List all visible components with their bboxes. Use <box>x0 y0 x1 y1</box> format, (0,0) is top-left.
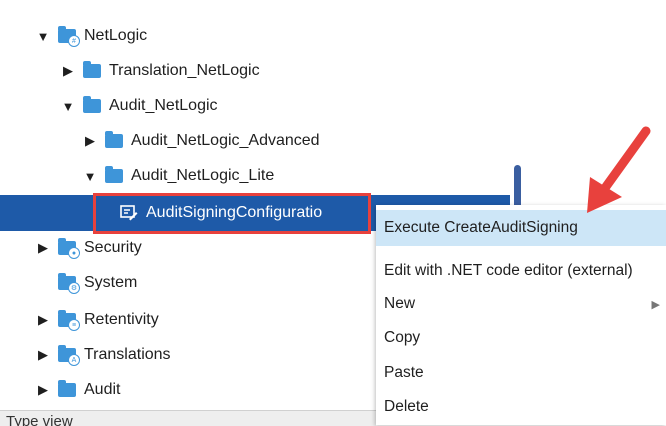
collapsed-arrow-icon[interactable]: ▶ <box>34 239 52 257</box>
expanded-arrow-icon[interactable]: ▼ <box>34 27 52 45</box>
menu-item-new[interactable]: New ▶ <box>376 286 666 322</box>
folder-icon <box>83 61 101 78</box>
collapsed-arrow-icon[interactable]: ▶ <box>34 311 52 329</box>
system-folder-icon: ⚙ <box>58 273 80 294</box>
menu-item-edit-with-net-code-editor[interactable]: Edit with .NET code editor (external) <box>376 253 666 289</box>
tree-item-label: Security <box>84 239 142 256</box>
menu-item-label: Edit with .NET code editor (external) <box>384 262 633 279</box>
submenu-arrow-icon: ▶ <box>651 298 660 311</box>
tree-item-audit-netlogic-lite[interactable]: ▼ Audit_NetLogic_Lite <box>81 158 274 194</box>
annotation-highlight-box <box>93 193 371 234</box>
folder-icon <box>105 131 123 148</box>
security-folder-icon: ● <box>58 238 80 259</box>
tree-item-audit[interactable]: ▶ Audit <box>34 372 120 408</box>
menu-item-delete[interactable]: Delete <box>376 389 666 425</box>
menu-item-label: Execute CreateAuditSigning <box>384 219 578 236</box>
tree-item-label: NetLogic <box>84 27 148 44</box>
retentivity-folder-icon: ≡ <box>58 310 80 331</box>
menu-item-label: Copy <box>384 329 421 346</box>
tree-item-label: Translations <box>84 346 171 363</box>
tree-item-label: Audit_NetLogic_Lite <box>131 167 275 184</box>
tree-item-audit-netlogic[interactable]: ▼ Audit_NetLogic <box>59 88 218 124</box>
translations-folder-icon: A <box>58 345 80 366</box>
netlogic-folder-icon: # <box>58 26 80 47</box>
collapsed-arrow-icon[interactable]: ▶ <box>59 62 77 80</box>
collapsed-arrow-icon[interactable]: ▶ <box>81 132 99 150</box>
tree-item-system[interactable]: ⚙ System <box>58 265 137 301</box>
tree-item-label: Audit_NetLogic <box>109 97 218 114</box>
tree-item-label: Audit_NetLogic_Advanced <box>131 132 320 149</box>
type-view-title: Type view <box>6 413 73 426</box>
tree-item-retentivity[interactable]: ▶ ≡ Retentivity <box>34 302 159 338</box>
tree-item-audit-netlogic-advanced[interactable]: ▶ Audit_NetLogic_Advanced <box>81 123 320 159</box>
folder-icon <box>83 96 101 113</box>
menu-item-label: Delete <box>384 398 429 415</box>
tree-item-translation-netlogic[interactable]: ▶ Translation_NetLogic <box>59 53 260 89</box>
tree-item-translations[interactable]: ▶ A Translations <box>34 337 171 373</box>
annotation-arrow-icon <box>587 126 651 213</box>
folder-icon <box>105 166 123 183</box>
expanded-arrow-icon[interactable]: ▼ <box>59 97 77 115</box>
menu-item-paste[interactable]: Paste <box>376 355 666 391</box>
tree-item-label: Audit <box>84 381 121 398</box>
menu-item-label: New <box>384 295 416 312</box>
tree-item-netlogic[interactable]: ▼ # NetLogic <box>34 18 147 54</box>
collapsed-arrow-icon[interactable]: ▶ <box>34 381 52 399</box>
menu-item-copy[interactable]: Copy <box>376 320 666 356</box>
expanded-arrow-icon[interactable]: ▼ <box>81 167 99 185</box>
tree-item-security[interactable]: ▶ ● Security <box>34 230 142 266</box>
tree-item-label: System <box>84 274 138 291</box>
tree-item-label: Retentivity <box>84 311 159 328</box>
collapsed-arrow-icon[interactable]: ▶ <box>34 346 52 364</box>
folder-icon <box>58 380 76 397</box>
context-menu: Execute CreateAuditSigning Edit with .NE… <box>376 205 666 425</box>
menu-item-label: Paste <box>384 364 424 381</box>
tree-item-label: Translation_NetLogic <box>109 62 260 79</box>
type-view-panel[interactable]: Type view <box>0 410 376 426</box>
